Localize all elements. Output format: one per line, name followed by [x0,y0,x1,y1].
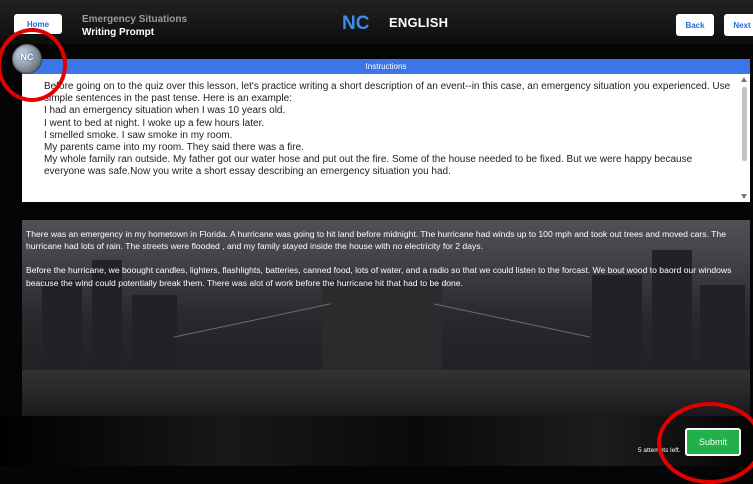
scroll-up-arrow-icon[interactable] [741,77,747,82]
instructions-line: I went to bed at night. I woke up a few … [44,117,265,129]
nc-logo-icon: NC [342,13,370,32]
instructions-line: I had an emergency situation when I was … [44,105,286,117]
instructions-line: Before going on to the quiz over this le… [44,81,731,105]
scroll-thumb[interactable] [742,87,747,161]
instructions-line: My parents came into my room. They said … [44,142,304,154]
brand-text: ENGLISH [389,14,449,30]
essay-paragraph: There was an emergency in my hometown in… [26,229,726,252]
avatar[interactable]: NC [12,44,42,74]
submit-button[interactable]: Submit [685,428,741,456]
instructions-header: Instructions [22,59,750,74]
essay-paragraph: Before the hurricane, we boought candles… [26,265,732,288]
building-silhouette [132,295,177,380]
attempts-remaining: 5 attempts left. [638,447,681,454]
home-button[interactable]: Home [14,14,62,34]
brand: NC ENGLISH [342,12,448,32]
bridge-deck [22,370,750,416]
footer-bar [0,416,753,466]
instructions-text: Before going on to the quiz over this le… [44,81,734,179]
brand-logo-text: NC [342,13,370,32]
back-button[interactable]: Back [676,14,714,36]
scroll-down-arrow-icon[interactable] [741,194,747,199]
activity-title: Writing Prompt [82,27,155,38]
instructions-panel[interactable]: Before going on to the quiz over this le… [22,74,750,202]
essay-textarea[interactable]: There was an emergency in my hometown in… [26,228,736,301]
next-button[interactable]: Next [724,14,753,36]
avatar-label: NC [20,52,34,62]
instructions-line: My whole family ran outside. My father g… [44,154,693,178]
instructions-line: I smelled smoke. I saw smoke in my room. [44,129,233,141]
instructions-scrollbar[interactable] [741,77,748,199]
lesson-title: Emergency Situations [82,14,188,25]
